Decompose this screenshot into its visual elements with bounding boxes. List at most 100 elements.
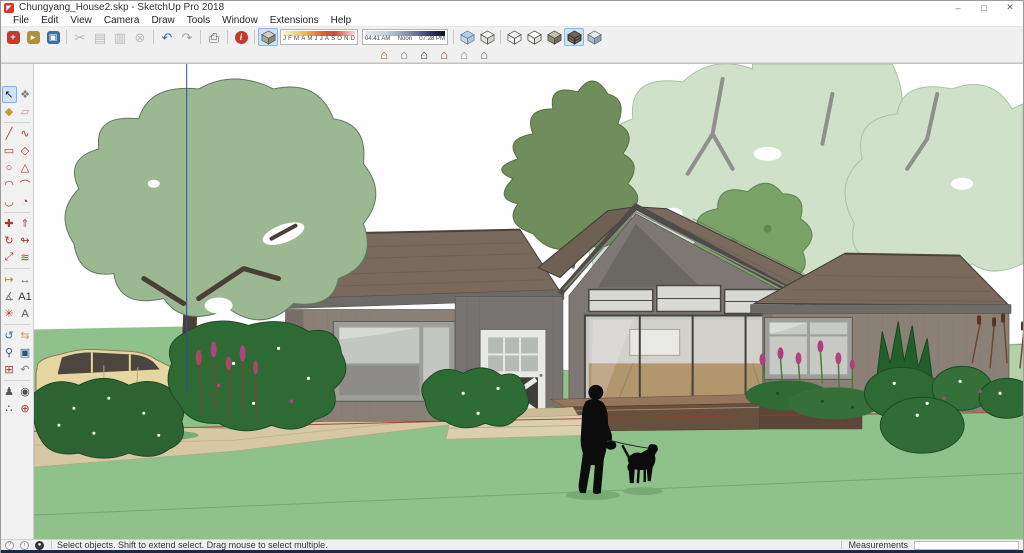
credit-icon[interactable]: i [20, 540, 29, 550]
view-right-button[interactable]: ⌂ [434, 47, 454, 62]
zoom-window-tool[interactable]: ▣ [18, 344, 33, 361]
model-viewport[interactable] [34, 64, 1023, 539]
push-pull-tool[interactable]: ⇑ [18, 215, 33, 232]
copy-icon: ▤ [93, 29, 107, 45]
rotate-tool[interactable]: ↻ [2, 232, 17, 249]
menu-help[interactable]: Help [325, 15, 358, 26]
view-left-button[interactable]: ⌂ [474, 47, 494, 62]
menu-draw[interactable]: Draw [145, 15, 180, 26]
menu-window[interactable]: Window [216, 15, 264, 26]
freehand-tool[interactable]: ∿ [18, 125, 33, 142]
section-plane-tool[interactable]: ⊕ [18, 400, 33, 417]
dimension-tool[interactable]: ↔ [18, 271, 33, 288]
shadow-time-slider[interactable]: 04:41 AM Noon 07:28 PM [362, 29, 448, 45]
line-tool[interactable]: ╱ [2, 125, 17, 142]
shadow-date-slider[interactable]: JFMAMJJASOND [280, 29, 358, 45]
look-around-tool[interactable]: ◉ [18, 383, 33, 400]
style-wireframe-button[interactable] [504, 28, 524, 46]
protractor-tool[interactable]: ∡ [2, 288, 17, 305]
paint-bucket-tool[interactable]: ◆ [2, 103, 17, 120]
axes-tool[interactable]: ✳ [2, 305, 17, 322]
save-button[interactable]: ▣ [43, 28, 63, 46]
toolbar-separator [453, 30, 454, 44]
rotated-rectangle-tool[interactable]: ◇ [18, 142, 33, 159]
print-button[interactable]: ⎙ [204, 28, 224, 46]
model-info-button[interactable]: i [231, 28, 251, 46]
style-x-ray-button[interactable] [457, 28, 477, 46]
style-shaded-with-textures-button[interactable] [564, 28, 584, 46]
walk-tool[interactable]: ∴ [2, 400, 17, 417]
paste-button[interactable]: ▥ [110, 28, 130, 46]
view-top-button[interactable]: ⌂ [394, 47, 414, 62]
toolbar-separator [153, 30, 154, 44]
follow-me-tool[interactable]: ↬ [18, 232, 33, 249]
front-hedge[interactable] [34, 377, 185, 459]
toolbar-separator [200, 30, 201, 44]
menu-file[interactable]: File [7, 15, 35, 26]
select-tool[interactable]: ↖ [1, 86, 17, 103]
tool-row: ◆ ▱ [1, 103, 33, 120]
text-icon: A1 [18, 290, 32, 303]
measurements-input[interactable] [914, 540, 1019, 550]
menu-camera[interactable]: Camera [98, 15, 146, 26]
style-hidden-line-button[interactable] [524, 28, 544, 46]
2-point-arc-tool[interactable]: ⌒ [18, 176, 33, 193]
redo-button[interactable]: ↷ [177, 28, 197, 46]
zoom-extents-tool[interactable]: ⊞ [2, 361, 17, 378]
pan-icon: ⇆ [20, 330, 30, 342]
measurements-label: Measurements [848, 540, 908, 550]
left-view-icon: ⌂ [480, 47, 488, 62]
menu-tools[interactable]: Tools [181, 15, 216, 26]
scale-tool[interactable]: ⤢ [2, 249, 17, 266]
copy-button[interactable]: ▤ [90, 28, 110, 46]
new-button[interactable]: + [3, 28, 23, 46]
style-monochrome-button[interactable] [584, 28, 604, 46]
views-toolbar: ⌂ ⌂ ⌂ ⌂ ⌂ ⌂ [1, 47, 1023, 63]
menu-edit[interactable]: Edit [35, 15, 64, 26]
shadows-toggle-button[interactable] [258, 28, 278, 46]
make-component-tool[interactable]: ❖ [18, 86, 33, 103]
circle-tool[interactable]: ○ [2, 159, 17, 176]
menu-view[interactable]: View [64, 15, 98, 26]
close-button[interactable]: ✕ [997, 1, 1023, 14]
style-shaded-button[interactable] [544, 28, 564, 46]
polygon-icon: △ [20, 162, 30, 174]
offset-tool[interactable]: ≋ [18, 249, 33, 266]
new-icon: + [6, 30, 20, 44]
zoom-tool[interactable]: ⚲ [2, 344, 17, 361]
month-tick-11: D [350, 36, 355, 42]
undo-button[interactable]: ↶ [157, 28, 177, 46]
rectangle-tool[interactable]: ▭ [2, 142, 17, 159]
open-button[interactable]: ▸ [23, 28, 43, 46]
text-tool[interactable]: A1 [18, 288, 33, 305]
previous-view-tool[interactable]: ↶ [18, 361, 33, 378]
eraser-tool[interactable]: ▱ [18, 103, 33, 120]
3d-text-tool[interactable]: A [18, 305, 33, 322]
style-back-edges-button[interactable] [477, 28, 497, 46]
pan-tool[interactable]: ⇆ [18, 327, 33, 344]
tool-row: ↻ ↬ [1, 232, 33, 249]
tape-measure-tool[interactable]: ↦ [2, 271, 17, 288]
walkway-bushes[interactable] [421, 367, 530, 429]
view-iso-button[interactable]: ⌂ [374, 47, 394, 62]
orbit-tool[interactable]: ↺ [2, 327, 17, 344]
tool-row: ↦ ↔ [1, 271, 33, 288]
minimize-button[interactable]: – [945, 1, 971, 14]
3-point-arc-tool[interactable]: ◡ [2, 193, 17, 210]
position-camera-tool[interactable]: ♟ [2, 383, 17, 400]
erase-button[interactable]: ⊗ [130, 28, 150, 46]
month-tick-0: J [283, 36, 286, 42]
pie-tool[interactable]: ◔ [18, 193, 33, 210]
maximize-button[interactable]: □ [971, 1, 997, 14]
menu-extensions[interactable]: Extensions [264, 15, 325, 26]
account-icon[interactable]: ● [35, 540, 44, 550]
model-canvas[interactable] [34, 64, 1023, 539]
top-view-icon: ⌂ [400, 47, 408, 62]
arc-tool[interactable]: ◠ [2, 176, 17, 193]
geolocation-icon[interactable]: ? [5, 540, 14, 550]
view-back-button[interactable]: ⌂ [454, 47, 474, 62]
move-tool[interactable]: ✚ [2, 215, 17, 232]
polygon-tool[interactable]: △ [18, 159, 33, 176]
cut-button[interactable]: ✂ [70, 28, 90, 46]
view-front-button[interactable]: ⌂ [414, 47, 434, 62]
